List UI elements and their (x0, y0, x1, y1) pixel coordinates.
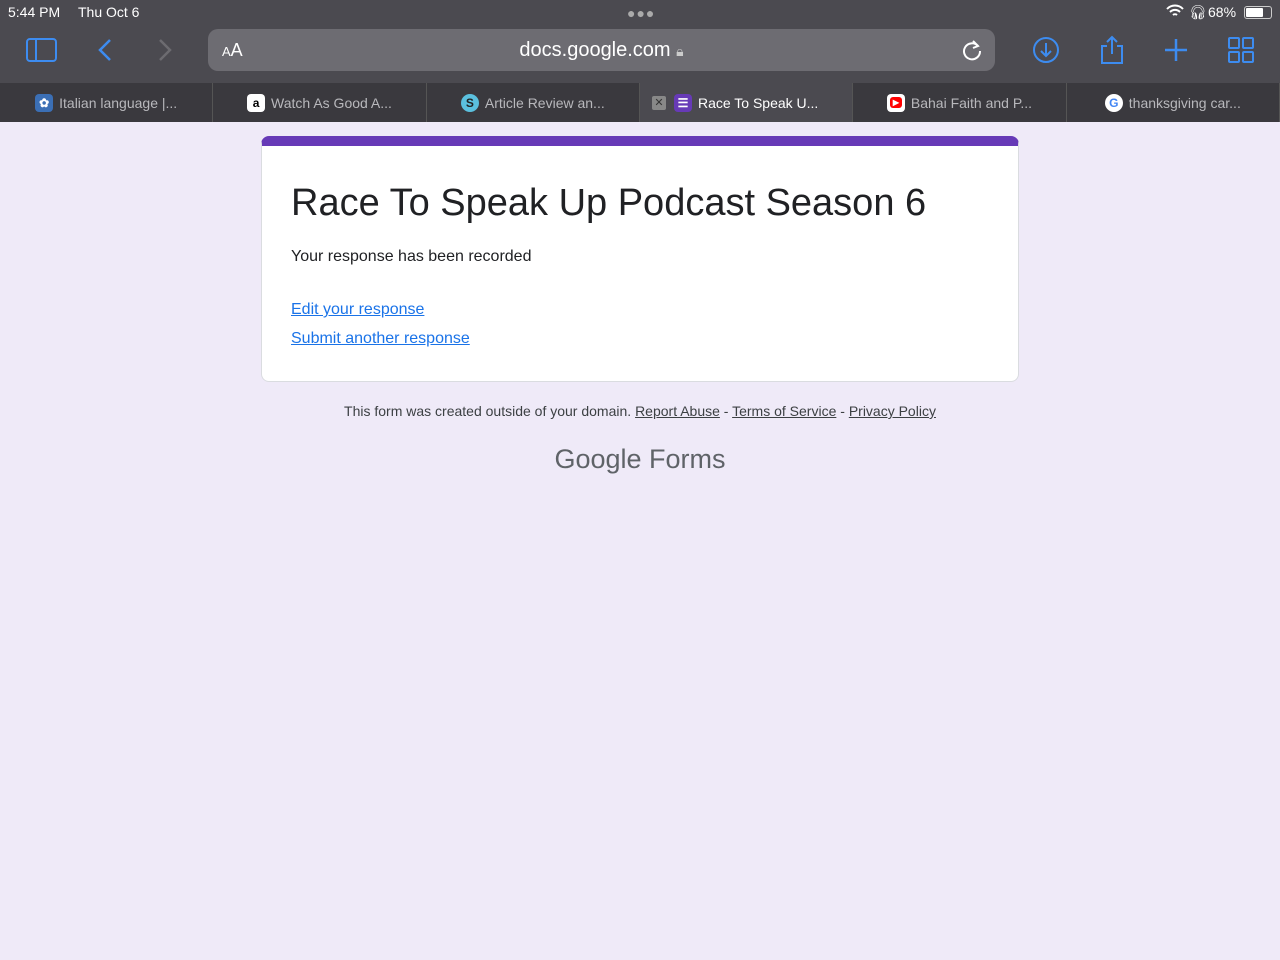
tab-bar: ✿ Italian language |... a Watch As Good A.… (0, 83, 1280, 122)
battery-icon (1244, 6, 1272, 19)
tab-label: Italian language |... (59, 94, 178, 111)
tab-bahai-faith[interactable]: ▶ Bahai Faith and P... (853, 83, 1067, 122)
tab-italian-language[interactable]: ✿ Italian language |... (0, 83, 214, 122)
form-title: Race To Speak Up Podcast Season 6 (291, 182, 927, 224)
confirmation-message: Your response has been recorded (291, 248, 532, 265)
multitask-dots-icon[interactable]: ●●● (627, 5, 655, 21)
tab-label: Article Review an... (484, 94, 605, 111)
close-tab-icon[interactable]: ✕ (651, 95, 666, 110)
wifi-icon (1166, 4, 1184, 21)
confirmation-card: Race To Speak Up Podcast Season 6 Your r… (261, 136, 1019, 382)
battery-percent: 68% (1208, 4, 1237, 20)
footer: This form was created outside of your do… (0, 403, 1280, 419)
logo-forms: Forms (649, 444, 726, 474)
domain-notice: This form was created outside of your do… (344, 403, 632, 419)
address-bar[interactable]: AA docs.google.com 🔒︎ (208, 29, 995, 71)
tab-race-to-speak-up[interactable]: ✕ ☰ Race To Speak U... (639, 83, 854, 122)
youtube-icon: ▶ (886, 93, 905, 112)
share-icon[interactable] (1096, 34, 1128, 66)
google-icon: G (1104, 93, 1123, 112)
logo-google: Google (554, 444, 642, 474)
edit-response-link[interactable]: Edit your response (291, 301, 424, 319)
report-abuse-link[interactable]: Report Abuse (635, 403, 720, 419)
forward-icon[interactable] (148, 34, 180, 66)
google-forms-logo[interactable]: Google Forms (0, 444, 1280, 475)
new-tab-icon[interactable] (1160, 34, 1192, 66)
tab-article-review[interactable]: S Article Review an... (427, 83, 640, 122)
tab-label: Bahai Faith and P... (910, 94, 1033, 111)
back-icon[interactable] (90, 34, 122, 66)
status-date: Thu Oct 6 (78, 4, 140, 20)
tab-label: thanksgiving car... (1128, 94, 1241, 111)
downloads-icon[interactable] (1030, 34, 1062, 66)
lock-icon: 🔒︎ (676, 43, 684, 59)
tab-watch-as-good[interactable]: a Watch As Good A... (213, 83, 427, 122)
terms-link[interactable]: Terms of Service (732, 403, 836, 419)
separator: - (719, 403, 733, 419)
headphones-icon: 🎧︎ (1189, 4, 1207, 20)
amazon-icon: a (247, 93, 266, 112)
globe-icon: ✿ (35, 93, 54, 112)
privacy-link[interactable]: Privacy Policy (849, 403, 936, 419)
tab-label: Race To Speak U... (697, 94, 819, 111)
tab-thanksgiving[interactable]: Gthanksgiving car... (1067, 83, 1280, 122)
tab-overview-icon[interactable] (1225, 34, 1257, 66)
browser-toolbar: 5:44 PM Thu Oct 6 ●●● 🎧︎ 68% AA docs.goo… (0, 0, 1280, 83)
status-time: 5:44 PM (8, 4, 61, 20)
tab-label: Watch As Good A... (271, 94, 392, 111)
s-icon: S (460, 93, 479, 112)
forms-icon: ☰ (673, 93, 692, 112)
submit-another-link[interactable]: Submit another response (291, 330, 470, 348)
reload-icon[interactable] (961, 39, 983, 61)
url-text: docs.google.com (519, 39, 671, 61)
separator: - (836, 403, 849, 419)
sidebar-icon[interactable] (26, 34, 58, 66)
